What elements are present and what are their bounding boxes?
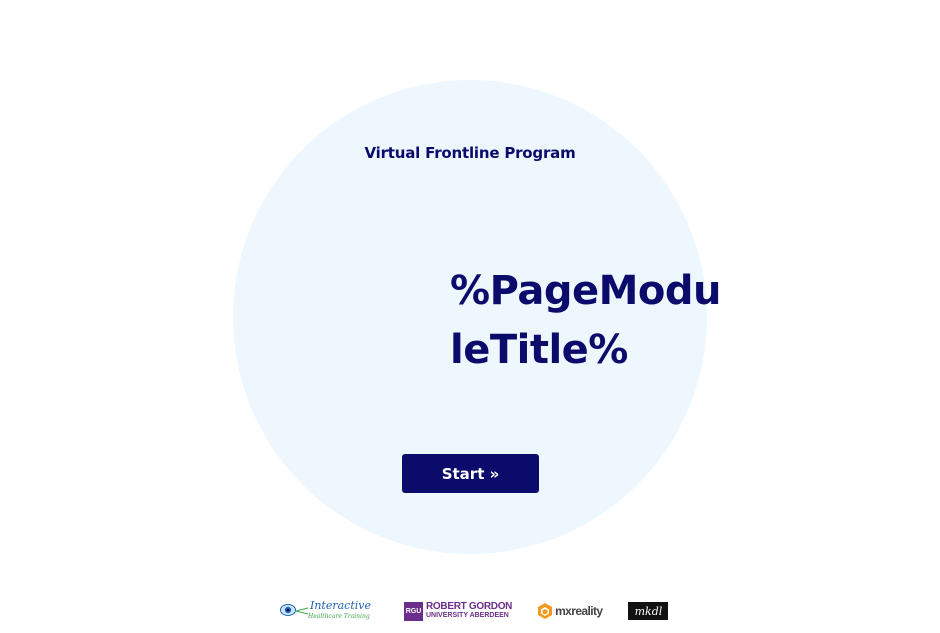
eye-icon	[280, 604, 296, 616]
arrow-icon	[296, 607, 308, 615]
interactive-healthcare-training-logo: Interactive Healthcare Training	[278, 598, 378, 624]
partner-logos: Interactive Healthcare Training RGU ROBE…	[278, 597, 669, 625]
logo-text: Interactive	[310, 599, 371, 612]
logo-subtext: Healthcare Training	[308, 613, 370, 620]
rgu-line1: ROBERT GORDON	[426, 601, 513, 612]
rgu-line2: UNIVERSITY ABERDEEN	[426, 612, 509, 619]
start-page: Virtual Frontline Program %PageModuleTit…	[0, 0, 940, 633]
rgu-badge: RGU	[404, 601, 423, 621]
start-button[interactable]: Start »	[402, 454, 539, 493]
hexagon-icon	[538, 603, 553, 619]
program-title: Virtual Frontline Program	[364, 144, 576, 162]
module-title: %PageModuleTitle%	[450, 268, 721, 373]
rgu-text: ROBERT GORDON UNIVERSITY ABERDEEN	[426, 602, 512, 620]
mkdl-logo: mkdl	[628, 602, 669, 620]
mxreality-logo: mxreality	[537, 602, 603, 620]
mxreality-text: mxreality	[555, 604, 603, 618]
robert-gordon-university-logo: RGU ROBERT GORDON UNIVERSITY ABERDEEN	[404, 600, 512, 622]
